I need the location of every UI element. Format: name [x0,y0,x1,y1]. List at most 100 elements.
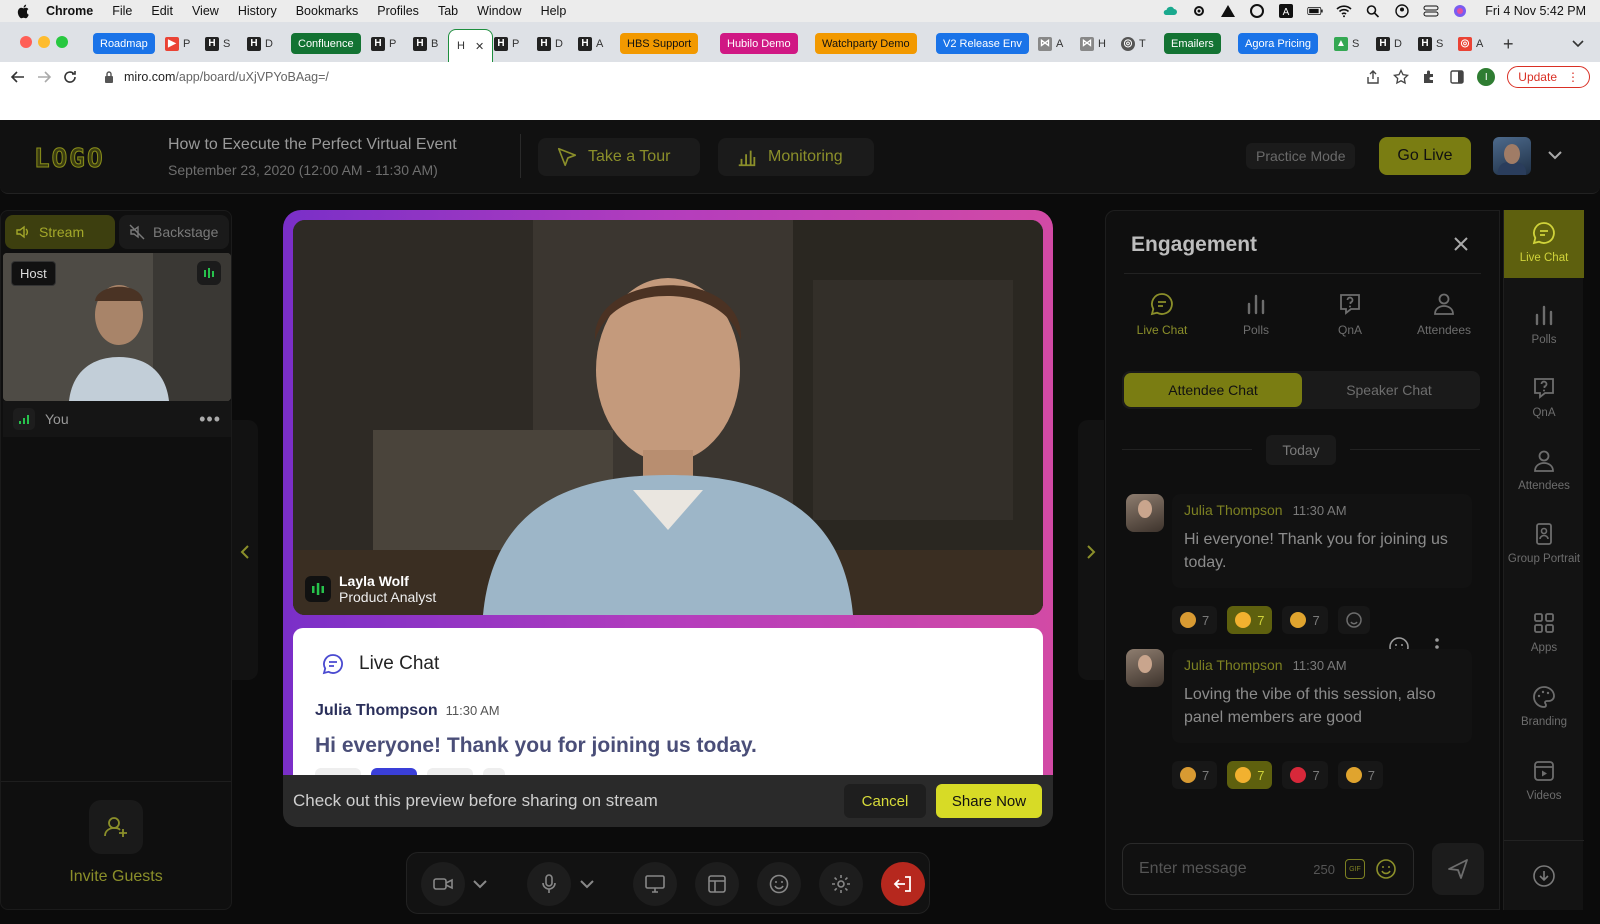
user-switch-icon[interactable] [1394,4,1410,18]
triangle-a-icon[interactable] [1220,4,1236,18]
rail-branding[interactable]: Branding [1504,684,1584,728]
menu-edit[interactable]: Edit [151,4,173,18]
speaker-chat-tab[interactable]: Speaker Chat [1300,373,1478,407]
collapse-right-handle[interactable] [1078,420,1104,680]
tab-confluence[interactable]: Confluence [291,33,361,54]
tab-roadmap[interactable]: Roadmap [93,33,155,54]
update-button[interactable]: Update ⋮ [1507,66,1590,88]
lock-icon[interactable] [104,71,114,83]
monitoring-button[interactable]: Monitoring [718,138,874,176]
gif-icon[interactable]: GIF [1345,859,1365,879]
go-live-button[interactable]: Go Live [1379,137,1471,175]
menu-history[interactable]: History [238,4,277,18]
tab-search-chevron-icon[interactable] [1572,38,1584,48]
camera-options-button[interactable] [465,862,495,906]
tab-small[interactable]: ▶ P [165,33,190,54]
tab-small[interactable]: HD [247,33,273,54]
user-avatar[interactable] [1493,137,1531,175]
tab-agora-pricing[interactable]: Agora Pricing [1238,33,1319,54]
host-video-tile[interactable]: Host [3,253,231,401]
back-arrow-icon[interactable] [10,69,26,85]
menu-profiles[interactable]: Profiles [377,4,419,18]
tab-small[interactable]: ⋈ H [1080,33,1106,54]
menu-file[interactable]: File [112,4,132,18]
leave-button[interactable] [881,862,925,906]
practice-mode-badge[interactable]: Practice Mode [1246,143,1356,169]
font-a-icon[interactable]: A [1278,4,1294,18]
menu-window[interactable]: Window [477,4,521,18]
tab-v2-release-env[interactable]: V2 Release Env [936,33,1029,54]
menu-tab[interactable]: Tab [438,4,458,18]
siri-icon[interactable] [1452,4,1468,18]
tab-attendees[interactable]: Attendees [1404,291,1484,337]
rail-attendees[interactable]: Attendees [1504,448,1584,492]
gear-status-icon[interactable] [1191,4,1207,18]
menu-help[interactable]: Help [541,4,567,18]
minimize-window-button[interactable] [38,36,50,48]
reload-icon[interactable] [62,69,78,85]
tab-hubilo-demo[interactable]: Hubilo Demo [720,33,798,54]
close-icon[interactable] [1453,236,1469,252]
stream-tab[interactable]: Stream [5,215,115,249]
address-bar[interactable]: miro.com/app/board/uXjVPYoBAag=/ [94,64,1394,90]
reactions-button[interactable] [757,862,801,906]
apple-icon[interactable] [16,3,32,19]
attendee-chat-tab[interactable]: Attendee Chat [1124,373,1302,407]
tab-small[interactable]: ◎ T [1121,33,1146,54]
control-center-icon[interactable] [1423,4,1439,18]
search-icon[interactable] [1365,4,1381,18]
send-button[interactable] [1432,843,1484,895]
cancel-button[interactable]: Cancel [844,784,926,818]
rail-videos[interactable]: Videos [1504,758,1584,802]
more-options-icon[interactable]: ••• [199,409,221,430]
tab-emailers[interactable]: Emailers [1164,33,1221,54]
emoji-picker-icon[interactable] [1375,858,1397,880]
maximize-window-button[interactable] [56,36,68,48]
menu-view[interactable]: View [192,4,219,18]
new-tab-button[interactable]: + [1503,34,1514,55]
cloud-status-icon[interactable] [1162,4,1178,18]
invite-guests[interactable]: Invite Guests [1,781,231,911]
profile-avatar[interactable]: I [1477,68,1496,86]
tab-small[interactable]: ◎ A [1458,33,1483,54]
reaction-thumbs-up[interactable]: 7 [1282,606,1328,634]
tab-small[interactable]: HS [205,33,230,54]
tab-small[interactable]: HS [1418,33,1443,54]
speaker-video[interactable]: Layla Wolf Product Analyst [293,220,1043,615]
menu-app-name[interactable]: Chrome [46,4,93,18]
microphone-options-button[interactable] [572,862,602,906]
reaction-clap[interactable]: 7 [1172,761,1218,789]
rail-polls[interactable]: Polls [1504,302,1584,346]
forward-arrow-icon[interactable] [36,69,52,85]
tab-active[interactable]: H ✕ [448,29,494,62]
layout-button[interactable] [695,862,739,906]
rail-scroll-down[interactable] [1504,840,1584,910]
reaction-thumbs-up[interactable]: 7 [1337,761,1383,789]
tab-live-chat[interactable]: Live Chat [1122,291,1202,337]
message-input[interactable]: Enter message 250 GIF [1122,843,1414,895]
wifi-icon[interactable] [1336,4,1352,18]
take-tour-button[interactable]: Take a Tour [538,138,700,176]
add-reaction-button[interactable] [1337,606,1370,634]
bookmark-star-icon[interactable] [1393,69,1410,85]
tab-small[interactable]: HB [413,33,438,54]
menubar-clock[interactable]: Fri 4 Nov 5:42 PM [1485,4,1586,18]
tab-small[interactable]: HD [537,33,563,54]
tab-small[interactable]: HP [494,33,519,54]
tab-small[interactable]: ⋈ A [1038,33,1063,54]
rail-apps[interactable]: Apps [1504,610,1584,654]
extensions-puzzle-icon[interactable] [1421,69,1437,85]
camera-button[interactable] [421,862,465,906]
add-user-icon[interactable] [89,800,143,854]
tab-close-icon[interactable]: ✕ [475,40,484,53]
side-panel-icon[interactable] [1449,69,1465,85]
reaction-heart[interactable]: 7 [1282,761,1328,789]
reaction-laugh[interactable]: 7 [1227,606,1273,634]
screen-share-button[interactable] [633,862,677,906]
tab-small[interactable]: HD [1376,33,1402,54]
tab-small[interactable]: ▲ S [1334,33,1359,54]
message-bubble[interactable]: Julia Thompson 11:30 AM Loving the vibe o… [1172,649,1472,743]
microphone-button[interactable] [527,862,571,906]
rail-group-portrait[interactable]: Group Portrait [1504,521,1584,565]
creative-cloud-icon[interactable] [1249,4,1265,18]
